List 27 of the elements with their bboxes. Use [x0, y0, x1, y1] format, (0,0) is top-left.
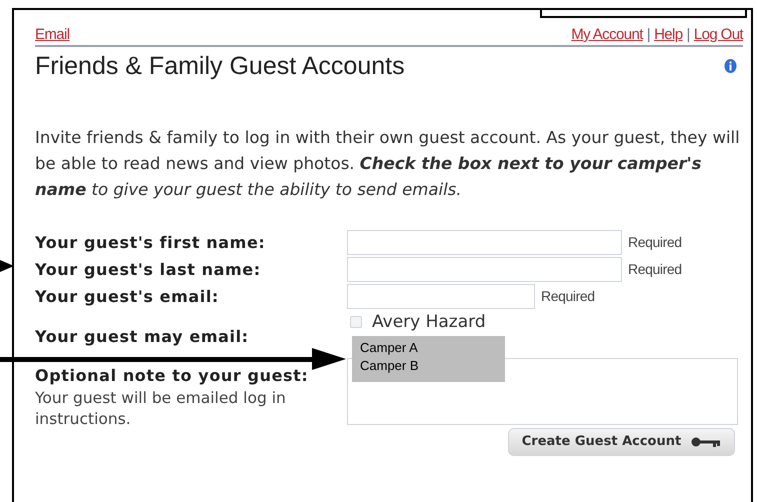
- create-guest-account-button[interactable]: Create Guest Account: [508, 428, 735, 456]
- text-input[interactable]: [347, 257, 622, 282]
- text-input[interactable]: [347, 284, 535, 309]
- header-link[interactable]: My Account: [571, 26, 643, 44]
- key-icon: [691, 437, 722, 447]
- page-title: Friends & Family Guest Accounts: [35, 51, 405, 81]
- email-link[interactable]: Email: [35, 26, 70, 44]
- field-label: Optional note to your guest:: [35, 365, 310, 387]
- field-label: Your guest's first name:: [35, 232, 266, 254]
- checkbox[interactable]: [350, 316, 362, 328]
- header-link[interactable]: Log Out: [694, 26, 743, 44]
- link-separator: |: [646, 26, 650, 44]
- required-hint: Required: [628, 233, 682, 252]
- info-icon[interactable]: [724, 58, 737, 74]
- checkbox-label: Avery Hazard: [372, 312, 486, 332]
- field-label: Your guest's email:: [35, 286, 220, 308]
- intro-paragraph: Invite friends & family to log in with their own guest account. As your guest, they will be able to read news and view photos. Check the box next to your camper's name to give your guest the ability to send emails.: [35, 127, 741, 201]
- field-label: Your guest's last name:: [35, 258, 262, 280]
- camper-name: Camper A: [360, 339, 419, 357]
- field-label: Your guest may email:: [35, 326, 250, 348]
- text-input[interactable]: [347, 230, 622, 255]
- link-separator: |: [686, 26, 690, 44]
- note-text: Your guest will be emailed log in instructions.: [35, 388, 287, 430]
- camper-name: Camper B: [360, 357, 420, 375]
- required-hint: Required: [628, 260, 682, 279]
- header-link[interactable]: Help: [654, 26, 683, 44]
- required-hint: Required: [541, 287, 595, 306]
